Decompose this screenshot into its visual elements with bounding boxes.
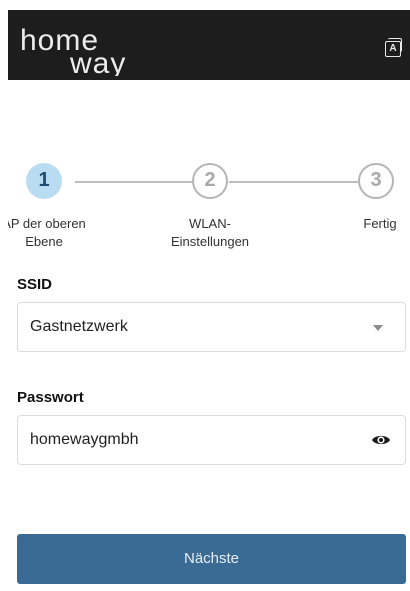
step-3-label: Fertig: [363, 216, 397, 231]
eye-icon[interactable]: [371, 432, 391, 448]
stepper-connector: [229, 181, 358, 183]
password-field[interactable]: homewaygmbh: [17, 415, 406, 465]
step-2-label: WLAN- Einstellungen: [170, 216, 250, 249]
left-edge: [0, 0, 8, 591]
step-1-label: AP der oberen Ebene: [2, 216, 86, 249]
homeway-logo: home way: [20, 24, 126, 76]
svg-text:way: way: [69, 47, 126, 76]
chevron-down-icon: [373, 325, 383, 331]
app-header: home way A: [8, 10, 410, 80]
ssid-value: Gastnetzwerk: [30, 318, 128, 335]
step-2-indicator: 2: [192, 163, 228, 199]
ssid-label: SSID: [17, 276, 53, 293]
language-icon: A: [385, 41, 401, 57]
language-switch-button[interactable]: A: [382, 37, 402, 57]
password-value: homewaygmbh: [30, 431, 139, 448]
stepper-connector: [75, 181, 193, 183]
step-1-indicator: 1: [26, 163, 62, 199]
setup-stepper: 1 2 3 AP der oberen Ebene WLAN- Einstell…: [0, 160, 410, 260]
next-button[interactable]: Nächste: [17, 534, 406, 584]
password-label: Passwort: [17, 389, 84, 406]
ssid-select[interactable]: Gastnetzwerk: [17, 302, 406, 352]
app-frame: home way A 1 2 3 AP der oberen Ebene WLA…: [0, 0, 410, 591]
step-3-indicator: 3: [358, 163, 394, 199]
